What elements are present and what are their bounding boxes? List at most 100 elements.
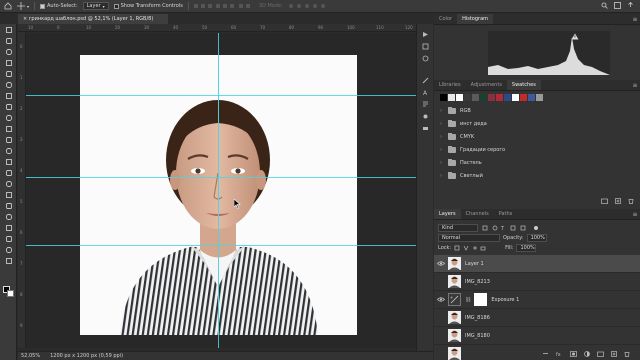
background-color[interactable]: [7, 290, 14, 297]
move-tool-preset[interactable]: ▾: [17, 2, 29, 10]
align-icons[interactable]: [193, 3, 254, 9]
lock-icons[interactable]: [454, 245, 488, 251]
color-swatches[interactable]: [3, 286, 14, 297]
swatch[interactable]: [488, 94, 495, 101]
chevron-right-icon[interactable]: ›: [440, 173, 444, 179]
move-tool-icon[interactable]: [0, 24, 17, 35]
trash-icon[interactable]: [628, 198, 634, 206]
horizontal-guide[interactable]: [26, 95, 433, 96]
swatch-group[interactable]: › инст деда: [434, 117, 640, 130]
adjustment-layer-icon[interactable]: [584, 350, 590, 359]
dodge-icon[interactable]: [0, 178, 17, 189]
pen-icon[interactable]: [0, 189, 17, 200]
eyedropper-icon[interactable]: [0, 90, 17, 101]
panel-menu-icon[interactable]: ≡: [630, 14, 640, 24]
document-tab[interactable]: × гринкард шаблон.psd @ 52,1% (Layer 1, …: [18, 14, 168, 24]
chevron-right-icon[interactable]: ›: [440, 121, 444, 127]
layer-thumbnail[interactable]: [448, 347, 461, 360]
swatch-group[interactable]: › RGB: [434, 104, 640, 117]
kind-filter[interactable]: Kind: [438, 224, 478, 232]
clone-stamp-icon[interactable]: [0, 123, 17, 134]
swatch-group[interactable]: › CMYK: [434, 130, 640, 143]
layer-thumbnail[interactable]: [448, 329, 461, 342]
tool-presets-icon[interactable]: [417, 122, 434, 134]
histogram-tab[interactable]: Color: [434, 14, 457, 24]
filter-icons[interactable]: T: [481, 225, 541, 231]
swatch-group[interactable]: › Светлый: [434, 169, 640, 182]
artboard-icon[interactable]: [0, 35, 17, 46]
home-icon[interactable]: [4, 2, 12, 10]
chevron-right-icon[interactable]: ›: [440, 108, 444, 114]
swatch[interactable]: [464, 94, 471, 101]
layer-row[interactable]: IMG_8213: [434, 273, 640, 291]
mask-icon[interactable]: [570, 350, 577, 359]
layers-tab[interactable]: Channels: [461, 209, 494, 219]
swatch[interactable]: [536, 94, 543, 101]
horizontal-guide[interactable]: [26, 245, 433, 246]
new-group-icon[interactable]: [601, 198, 608, 206]
warning-icon[interactable]: [571, 33, 579, 42]
swatch-group[interactable]: › Градации серого: [434, 143, 640, 156]
document-info[interactable]: 1200 px x 1200 px (0,59 ppi): [50, 352, 123, 360]
fill-input[interactable]: 100%: [516, 244, 537, 252]
search-icon[interactable]: [601, 2, 608, 11]
glyphs-icon[interactable]: [417, 110, 434, 122]
auto-select-checkbox[interactable]: Auto-Select:: [40, 3, 78, 9]
new-layer-icon[interactable]: [611, 350, 617, 359]
swatch[interactable]: [472, 94, 479, 101]
trash-icon[interactable]: [624, 351, 630, 359]
auto-select-dropdown[interactable]: Layer ▾: [82, 2, 109, 10]
chevron-right-icon[interactable]: ›: [440, 134, 444, 140]
swatch[interactable]: [480, 94, 487, 101]
horizontal-guide[interactable]: [26, 177, 433, 178]
opacity-input[interactable]: 100%: [526, 234, 547, 242]
group-icon[interactable]: [597, 351, 604, 359]
quick-select-icon[interactable]: [0, 57, 17, 68]
brush-settings-icon[interactable]: [417, 74, 434, 86]
layer-thumbnail[interactable]: [448, 257, 461, 270]
type-icon[interactable]: [0, 200, 17, 211]
rectangle-icon[interactable]: [0, 222, 17, 233]
zoom-level[interactable]: 52,05%: [21, 352, 40, 360]
properties-icon[interactable]: [417, 40, 434, 52]
swatch[interactable]: [496, 94, 503, 101]
paragraph-icon[interactable]: [417, 98, 434, 110]
swatch[interactable]: [440, 94, 447, 101]
swatch[interactable]: [528, 94, 535, 101]
character-icon[interactable]: A: [417, 86, 434, 98]
panel-menu-icon[interactable]: ≡: [630, 80, 640, 90]
more-tools-icon[interactable]: [0, 255, 17, 266]
path-select-icon[interactable]: [0, 211, 17, 222]
lasso-icon[interactable]: [0, 46, 17, 57]
fx-icon[interactable]: fx: [556, 351, 563, 359]
swatch[interactable]: [504, 94, 511, 101]
zoom-icon[interactable]: [0, 244, 17, 255]
blur-icon[interactable]: [0, 167, 17, 178]
info-icon[interactable]: [417, 52, 434, 64]
histogram-tab[interactable]: Histogram: [457, 14, 493, 24]
swatch-group[interactable]: › Пастель: [434, 156, 640, 169]
swatches-tab[interactable]: Swatches: [506, 80, 541, 90]
swatch[interactable]: [512, 94, 519, 101]
canvas-area[interactable]: [26, 33, 433, 348]
frame-icon[interactable]: [0, 79, 17, 90]
workspace-icon[interactable]: [614, 1, 621, 11]
gradient-icon[interactable]: [0, 156, 17, 167]
swatch[interactable]: [520, 94, 527, 101]
layer-row[interactable]: + ⛓ Exposure 1: [434, 291, 640, 309]
layers-tab[interactable]: Layers: [434, 209, 461, 219]
link-layers-icon[interactable]: [542, 351, 549, 358]
history-icon[interactable]: [417, 28, 434, 40]
layer-thumbnail[interactable]: [448, 275, 461, 288]
swatches-tab[interactable]: Libraries: [434, 80, 466, 90]
share-icon[interactable]: [627, 1, 634, 11]
vertical-guide[interactable]: [218, 33, 219, 348]
panel-menu-icon[interactable]: ≡: [630, 209, 640, 219]
layer-thumbnail[interactable]: [448, 311, 461, 324]
layers-tab[interactable]: Paths: [494, 209, 518, 219]
eraser-icon[interactable]: [0, 145, 17, 156]
chevron-right-icon[interactable]: ›: [440, 160, 444, 166]
chevron-right-icon[interactable]: ›: [440, 147, 444, 153]
healing-brush-icon[interactable]: [0, 101, 17, 112]
chain-icon[interactable]: ⛓: [465, 297, 471, 303]
